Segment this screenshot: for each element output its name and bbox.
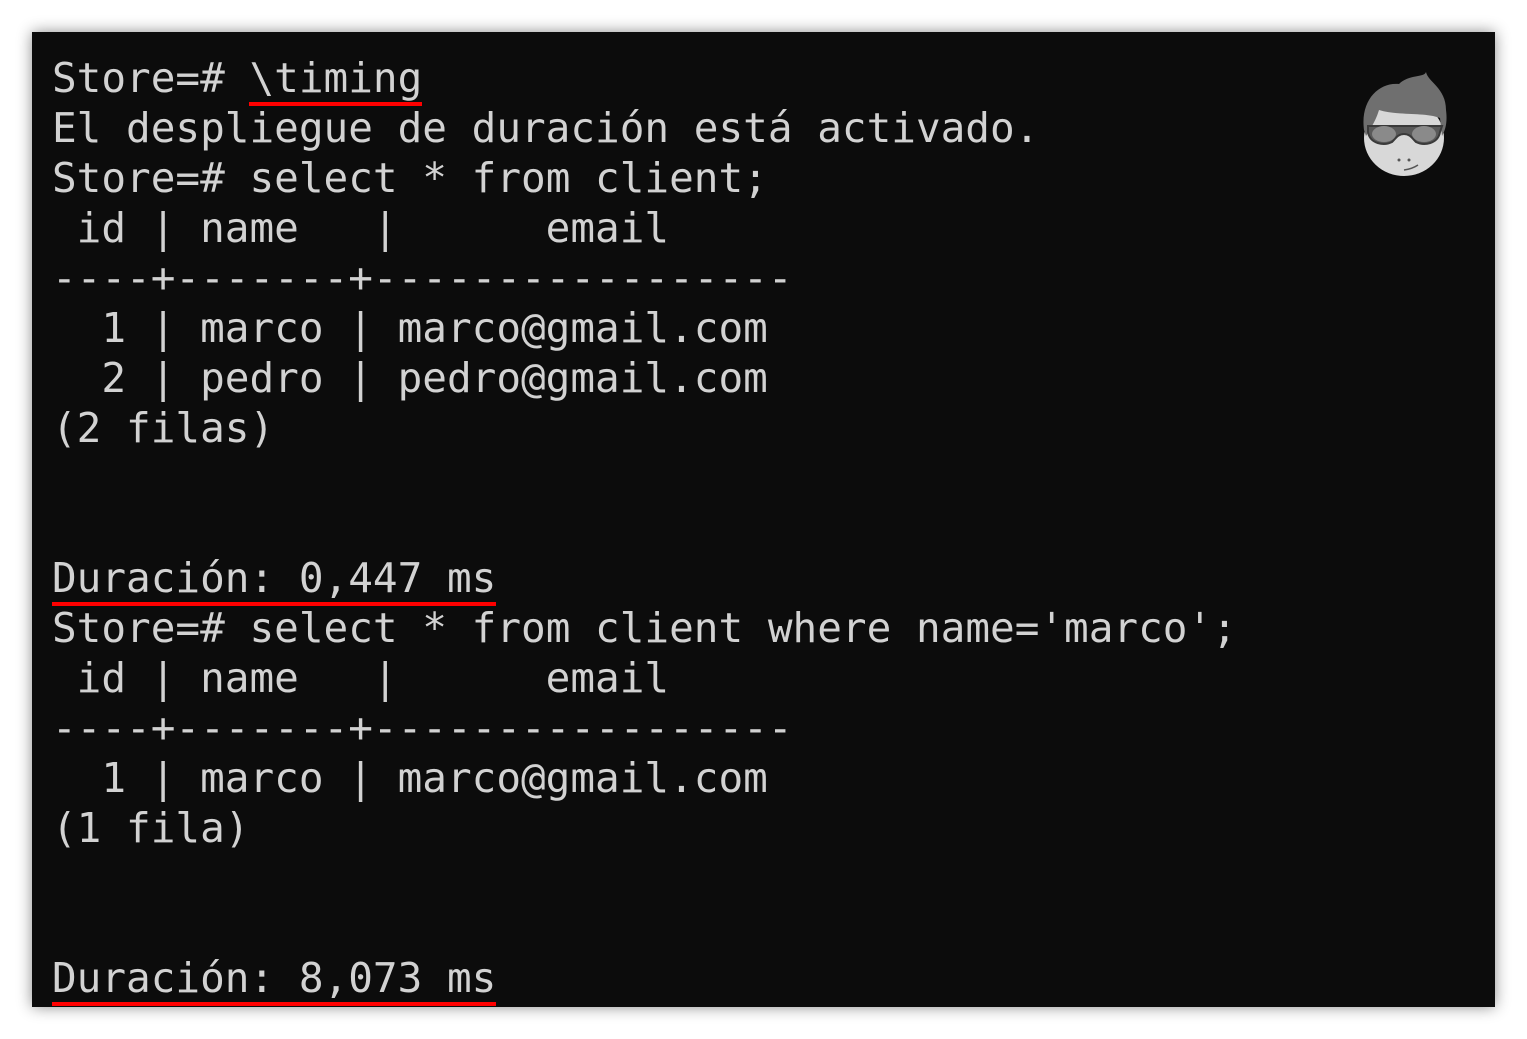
terminal-line: 1 | marco | marco@gmail.com [52, 303, 1237, 353]
terminal-line: id | name | email [52, 203, 1237, 253]
line-text: ----+-------+----------------- [52, 704, 793, 752]
prompt: Store=# [52, 54, 250, 102]
line-text: id | name | email [52, 204, 670, 252]
line-text: 1 | marco | marco@gmail.com [52, 304, 768, 352]
line-text: 1 | marco | marco@gmail.com [52, 754, 768, 802]
highlighted-text: \timing [249, 54, 423, 106]
line-text: ----+-------+----------------- [52, 254, 793, 302]
terminal-line: (1 fila) [52, 803, 1237, 853]
highlighted-text: Duración: 8,073 ms [52, 954, 497, 1006]
line-text: (1 fila) [52, 804, 250, 852]
prompt: Store=# [52, 604, 250, 652]
line-text: 2 | pedro | pedro@gmail.com [52, 354, 768, 402]
line-text: (2 filas) [52, 404, 275, 452]
avatar-sunglasses-icon [1363, 72, 1447, 176]
terminal-line: 2 | pedro | pedro@gmail.com [52, 353, 1237, 403]
terminal-line: (2 filas) [52, 403, 1237, 453]
prompt: Store=# [52, 154, 250, 202]
terminal-line: Duración: 0,447 ms [52, 553, 1237, 606]
terminal-line: id | name | email [52, 653, 1237, 703]
line-text: El despliegue de duración está activado. [52, 104, 1040, 152]
line-text: select * from client; [249, 154, 768, 202]
terminal-output: Store=# \timing El despliegue de duración… [52, 53, 1237, 1006]
terminal-line: 1 | marco | marco@gmail.com [52, 753, 1237, 803]
terminal-line: El despliegue de duración está activado. [52, 103, 1237, 153]
terminal-line: Store=# \timing [52, 53, 1237, 106]
terminal-line: Store=# select * from client where name=… [52, 603, 1237, 653]
terminal-line: Duración: 8,073 ms [52, 953, 1237, 1006]
line-text: select * from client where name='marco'; [249, 604, 1237, 652]
terminal-line: Store=# select * from client; [52, 153, 1237, 203]
highlighted-text: Duración: 0,447 ms [52, 554, 497, 606]
terminal-line: ----+-------+----------------- [52, 253, 1237, 303]
terminal-line: ----+-------+----------------- [52, 703, 1237, 753]
line-text: id | name | email [52, 654, 670, 702]
terminal-window[interactable]: Store=# \timing El despliegue de duración… [32, 32, 1495, 1007]
